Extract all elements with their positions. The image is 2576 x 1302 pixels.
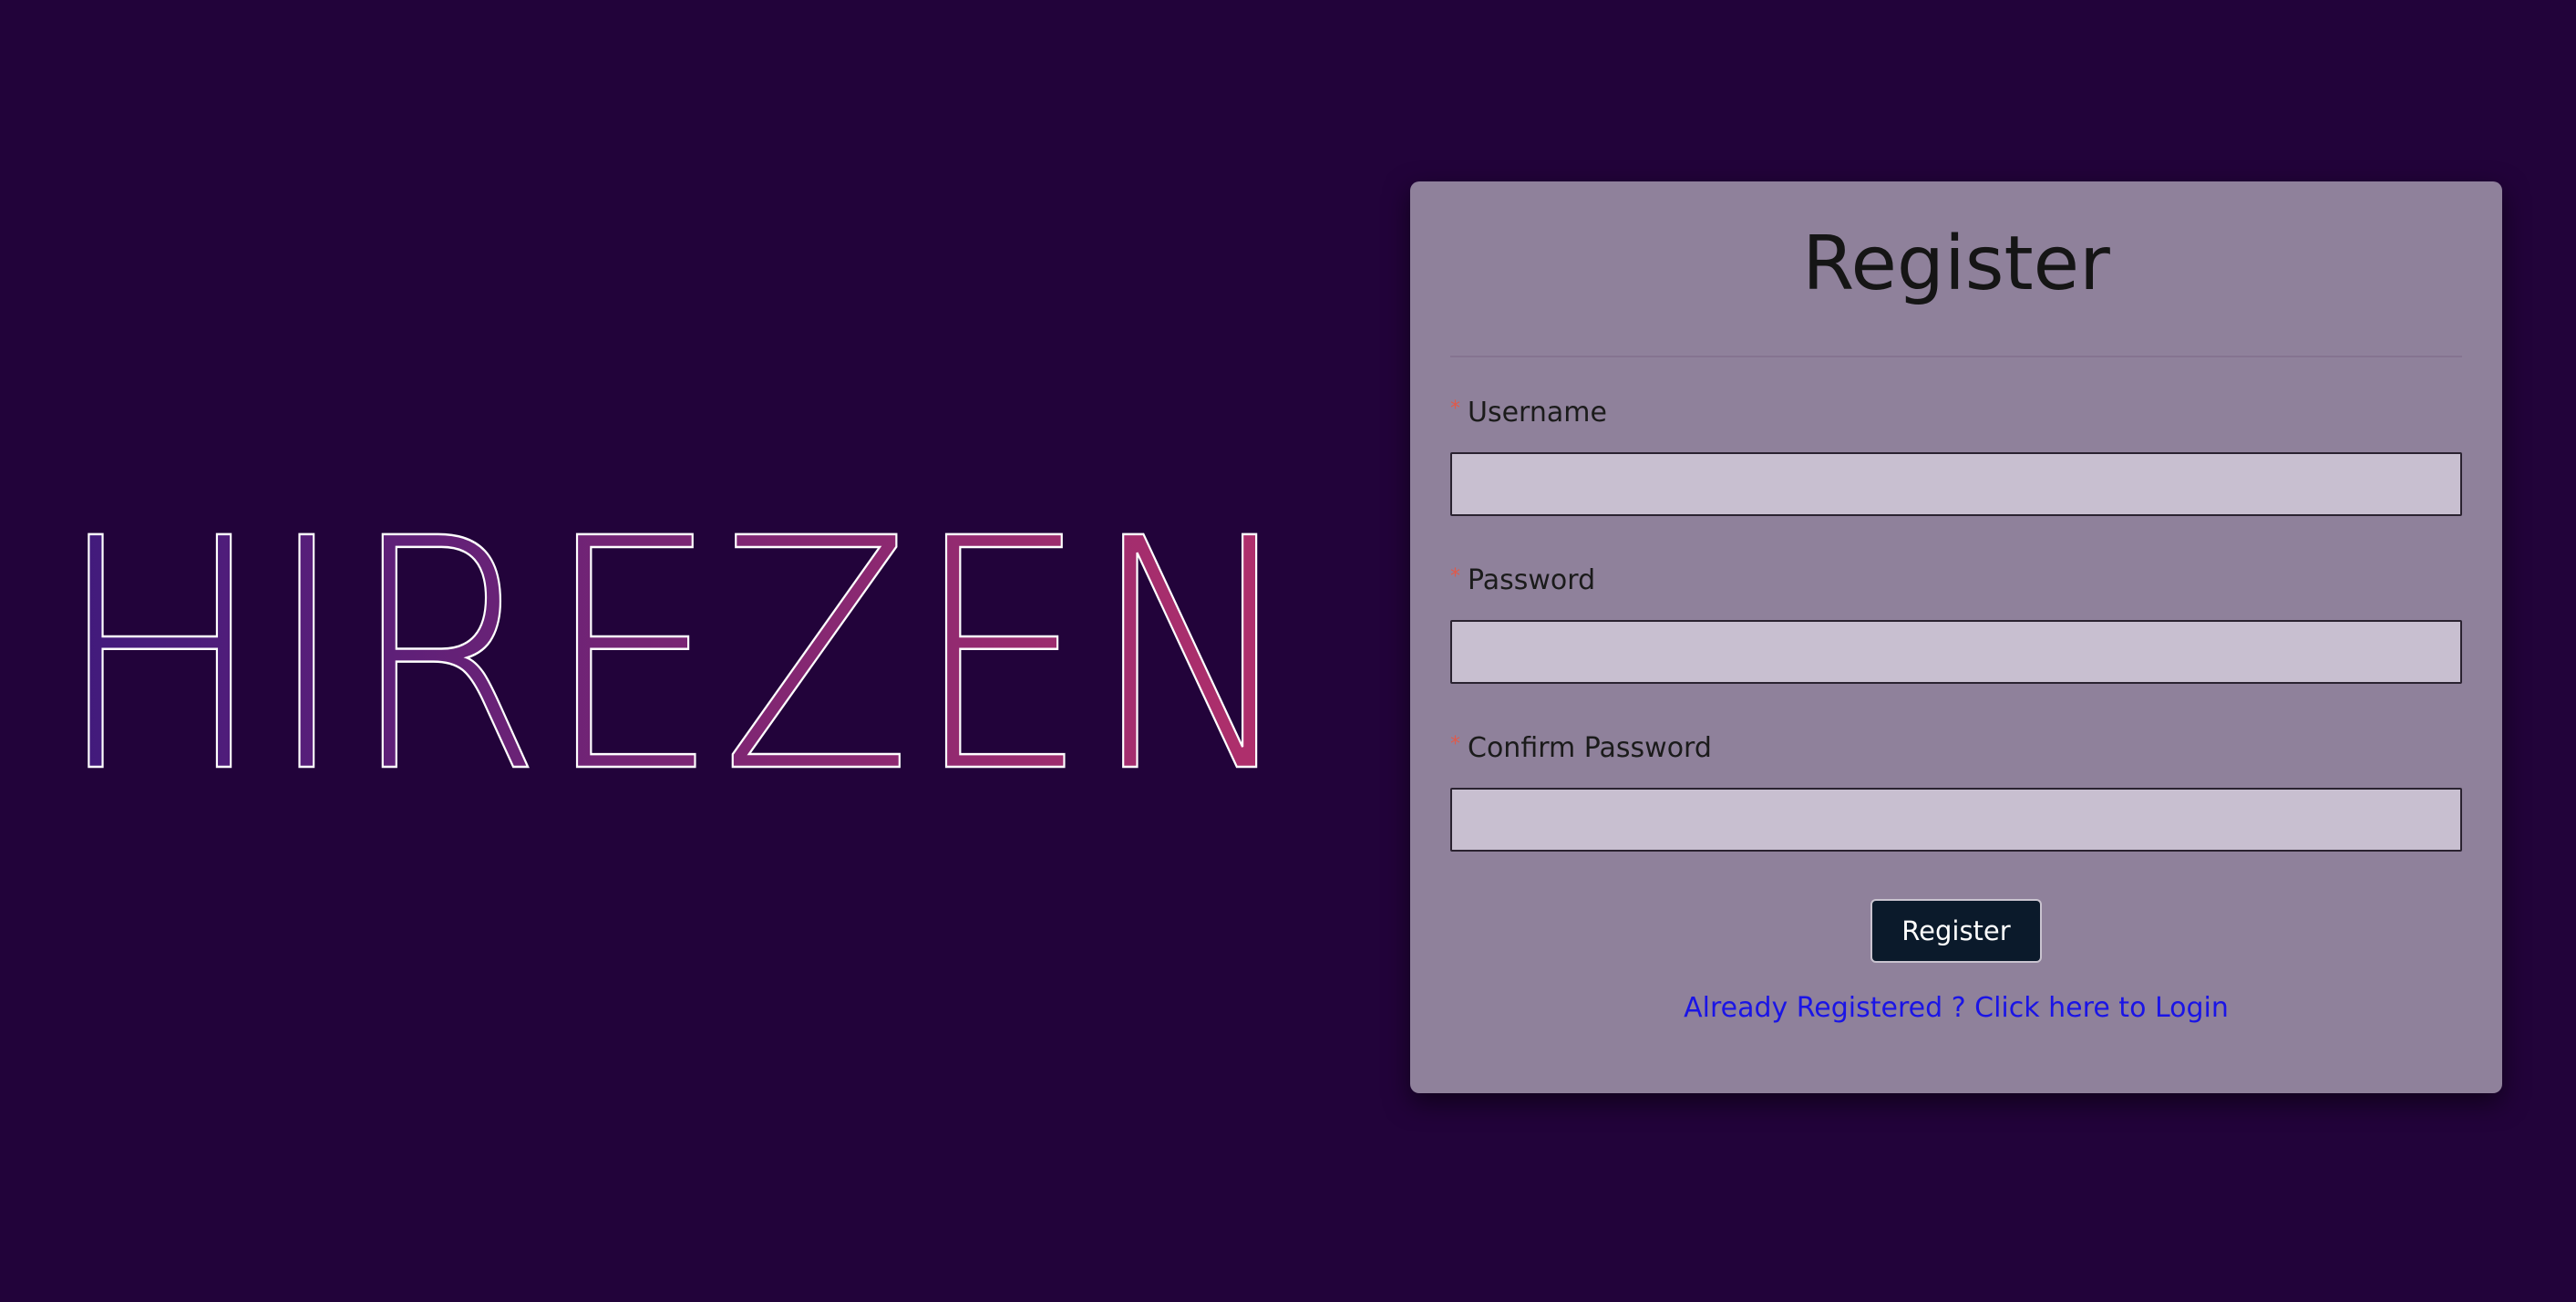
password-input[interactable] — [1450, 620, 2462, 684]
required-mark: * — [1450, 733, 1460, 756]
title-divider — [1450, 356, 2462, 357]
username-field-group: * Username — [1450, 396, 2462, 516]
register-button[interactable]: Register — [1870, 899, 2042, 963]
register-page: HIREZEN Register * Username * Password *… — [0, 0, 2576, 1302]
hirezen-logo: HIREZEN — [55, 511, 1313, 784]
logo-wordmark: HIREZEN — [55, 511, 1300, 784]
password-label: * Password — [1450, 563, 2462, 598]
logo-text: HIREZEN — [55, 511, 1299, 784]
password-label-text: Password — [1468, 564, 1596, 596]
button-row: Register — [1450, 899, 2462, 963]
username-label-text: Username — [1468, 397, 1607, 429]
confirm-password-field-group: * Confirm Password — [1450, 731, 2462, 852]
login-link[interactable]: Already Registered ? Click here to Login — [1450, 992, 2462, 1024]
confirm-password-label-text: Confirm Password — [1468, 732, 1712, 764]
password-field-group: * Password — [1450, 563, 2462, 684]
page-title: Register — [1802, 221, 2110, 307]
required-mark: * — [1450, 398, 1460, 420]
username-input[interactable] — [1450, 452, 2462, 516]
confirm-password-input[interactable] — [1450, 788, 2462, 852]
register-card: Register * Username * Password * Confirm… — [1410, 181, 2502, 1093]
confirm-password-label: * Confirm Password — [1450, 731, 2462, 766]
required-mark: * — [1450, 565, 1460, 588]
username-label: * Username — [1450, 396, 2462, 430]
